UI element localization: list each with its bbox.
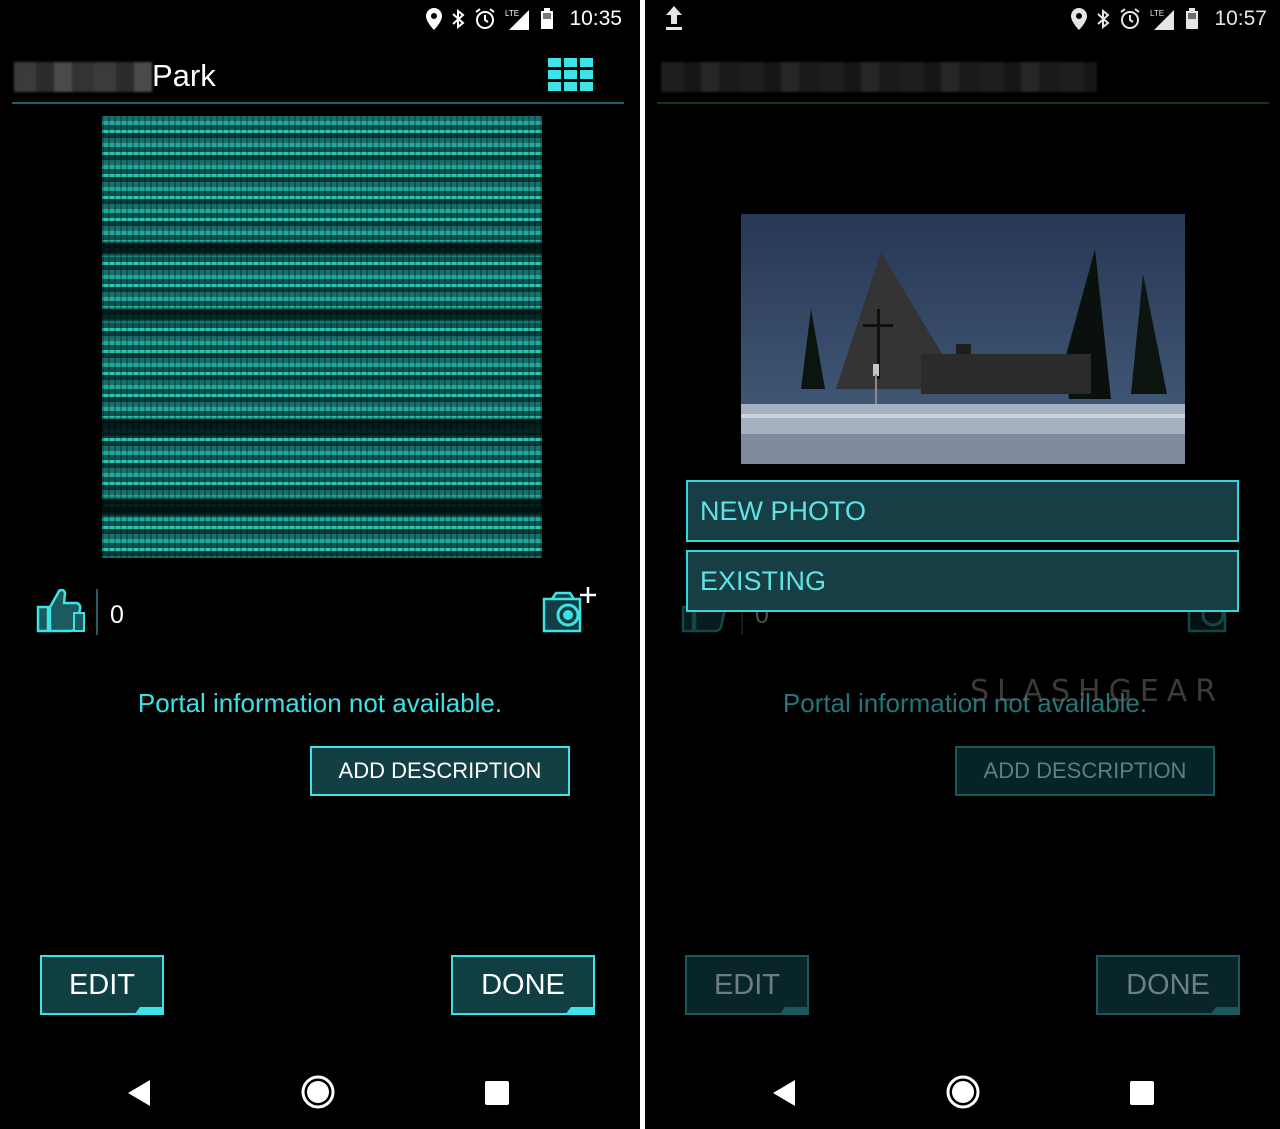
bluetooth-icon [452, 8, 465, 30]
right-screen: LTE 10:57 0 Portal information not avail… [645, 0, 1280, 1129]
battery-icon [541, 8, 554, 29]
nav-back-icon[interactable] [773, 1080, 795, 1106]
nav-bar [0, 1062, 640, 1122]
signal-icon: LTE [505, 9, 530, 30]
existing-photo-option[interactable]: EXISTING [686, 550, 1239, 612]
watermark: SLASHGEAR [970, 674, 1225, 709]
done-button[interactable]: DONE [1096, 955, 1240, 1015]
redacted-title [661, 62, 1097, 92]
nav-home-icon[interactable] [945, 1074, 981, 1110]
portal-info-text: Portal information not available. [137, 688, 503, 718]
portal-header: Park [12, 52, 624, 104]
nav-recent-icon[interactable] [1130, 1081, 1154, 1105]
nav-bar [645, 1062, 1280, 1122]
svg-text:LTE: LTE [1150, 9, 1164, 18]
new-photo-option[interactable]: NEW PHOTO [686, 480, 1239, 542]
alarm-icon [1120, 8, 1141, 29]
redacted-title [14, 62, 152, 92]
portal-title: Park [152, 58, 216, 93]
nav-home-icon[interactable] [300, 1074, 336, 1110]
portal-image-placeholder[interactable] [102, 116, 542, 558]
status-clock: 10:57 [1214, 7, 1267, 30]
like-count: 0 [110, 601, 124, 629]
signal-icon: LTE [1150, 9, 1175, 30]
thumbs-up-icon[interactable] [34, 585, 86, 635]
upload-icon [666, 6, 682, 30]
battery-icon [1186, 8, 1199, 29]
location-icon [426, 8, 443, 30]
add-description-button[interactable]: ADD DESCRIPTION [955, 746, 1215, 796]
nav-recent-icon[interactable] [485, 1081, 509, 1105]
like-separator [96, 589, 98, 635]
done-button[interactable]: DONE [451, 955, 595, 1015]
left-screen: LTE 10:35 Park 0 Portal information not … [0, 0, 640, 1129]
status-clock: 10:35 [569, 7, 622, 30]
status-bar: LTE 10:57 [645, 0, 1280, 38]
location-icon [1071, 8, 1088, 30]
edit-button[interactable]: EDIT [685, 955, 809, 1015]
portal-header [657, 52, 1269, 104]
status-bar: LTE 10:35 [0, 0, 640, 38]
portal-photo[interactable] [741, 214, 1185, 464]
nav-back-icon[interactable] [128, 1080, 150, 1106]
grid-icon[interactable] [548, 58, 594, 92]
camera-add-icon[interactable] [540, 585, 600, 635]
like-row: 0 [34, 585, 604, 641]
edit-button[interactable]: EDIT [40, 955, 164, 1015]
svg-text:LTE: LTE [505, 9, 519, 18]
add-description-button[interactable]: ADD DESCRIPTION [310, 746, 570, 796]
bluetooth-icon [1097, 8, 1110, 30]
alarm-icon [475, 8, 496, 29]
